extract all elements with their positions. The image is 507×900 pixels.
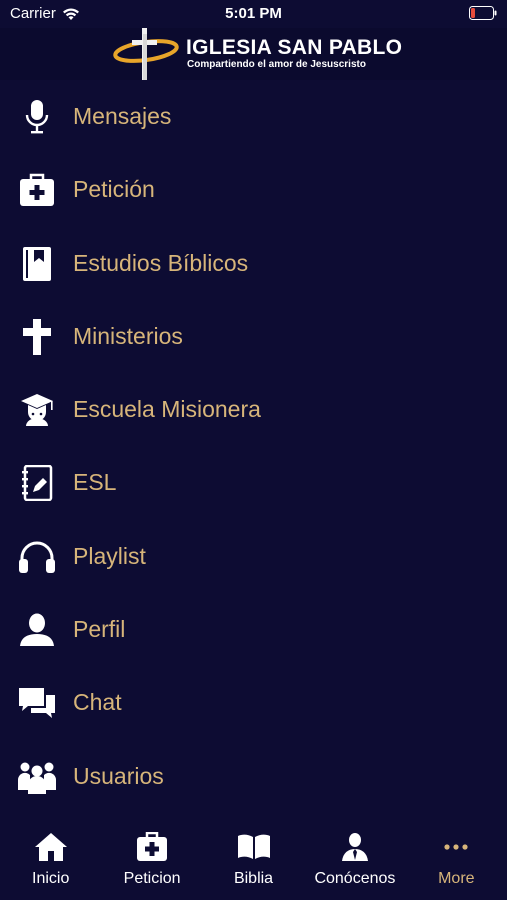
menu-item-perfil[interactable]: Perfil: [0, 593, 507, 666]
status-time: 5:01 PM: [225, 5, 282, 22]
home-icon: [34, 833, 67, 861]
graduate-icon: [18, 391, 56, 429]
menu-item-label: Escuela Misionera: [73, 396, 261, 423]
church-name: IGLESIA SAN PABLO: [186, 36, 403, 59]
tab-label: Peticion: [123, 870, 181, 887]
menu-item-label: ESL: [73, 469, 117, 496]
microphone-icon: [18, 98, 56, 136]
menu-item-label: Perfil: [73, 616, 126, 643]
tab-label: Conócenos: [314, 870, 396, 887]
menu-item-playlist[interactable]: Playlist: [0, 520, 507, 593]
notebook-pen-icon: [18, 464, 56, 502]
headphones-icon: [18, 538, 56, 576]
menu-item-usuarios[interactable]: Usuarios: [0, 740, 507, 813]
book-bookmark-icon: [18, 245, 56, 283]
menu-item-label: Chat: [73, 689, 122, 716]
menu-item-mensajes[interactable]: Mensajes: [0, 80, 507, 153]
tab-inicio[interactable]: Inicio: [0, 820, 101, 900]
tab-peticion[interactable]: Peticion: [101, 820, 202, 900]
medkit-icon: [137, 832, 168, 861]
cross-icon: [18, 318, 56, 356]
church-tagline: Compartiendo el amor de Jesuscristo: [187, 59, 366, 70]
menu-item-peticion[interactable]: Petición: [0, 153, 507, 226]
users-group-icon: [18, 758, 56, 796]
menu-item-label: Playlist: [73, 542, 146, 569]
tab-conocenos[interactable]: Conócenos: [304, 820, 405, 900]
menu-item-chat[interactable]: Chat: [0, 666, 507, 739]
menu-item-estudios-biblicos[interactable]: Estudios Bíblicos: [0, 227, 507, 300]
medkit-icon: [18, 171, 56, 209]
menu-item-label: Petición: [73, 176, 155, 203]
tab-label: More: [438, 870, 475, 887]
menu-item-esl[interactable]: ESL: [0, 446, 507, 519]
menu-item-label: Estudios Bíblicos: [73, 249, 249, 276]
tab-more[interactable]: More: [406, 820, 507, 900]
tab-label: Biblia: [233, 870, 274, 887]
status-bar: Carrier 5:01 PM: [0, 0, 507, 28]
menu-item-ministerios[interactable]: Ministerios: [0, 300, 507, 373]
tab-label: Inicio: [32, 870, 70, 887]
more-menu-list: Mensajes Petición Estudios Bíblicos Mini…: [0, 80, 507, 813]
cross-logo-icon: [113, 28, 179, 80]
menu-item-escuela-misionera[interactable]: Escuela Misionera: [0, 373, 507, 446]
person-tie-icon: [341, 833, 368, 861]
tab-biblia[interactable]: Biblia: [203, 820, 304, 900]
menu-item-label: Ministerios: [73, 322, 183, 349]
church-logo: IGLESIA SAN PABLO Compartiendo el amor d…: [110, 28, 410, 80]
chat-bubbles-icon: [18, 684, 56, 722]
battery-icon: [469, 6, 497, 20]
bottom-tab-bar: Inicio Peticion Biblia Conócenos More: [0, 820, 507, 900]
menu-item-label: Usuarios: [73, 762, 164, 789]
user-icon: [18, 611, 56, 649]
more-dots-icon: [444, 844, 468, 850]
app-header: IGLESIA SAN PABLO Compartiendo el amor d…: [0, 28, 507, 80]
open-book-icon: [237, 834, 270, 859]
menu-item-label: Mensajes: [73, 103, 172, 129]
